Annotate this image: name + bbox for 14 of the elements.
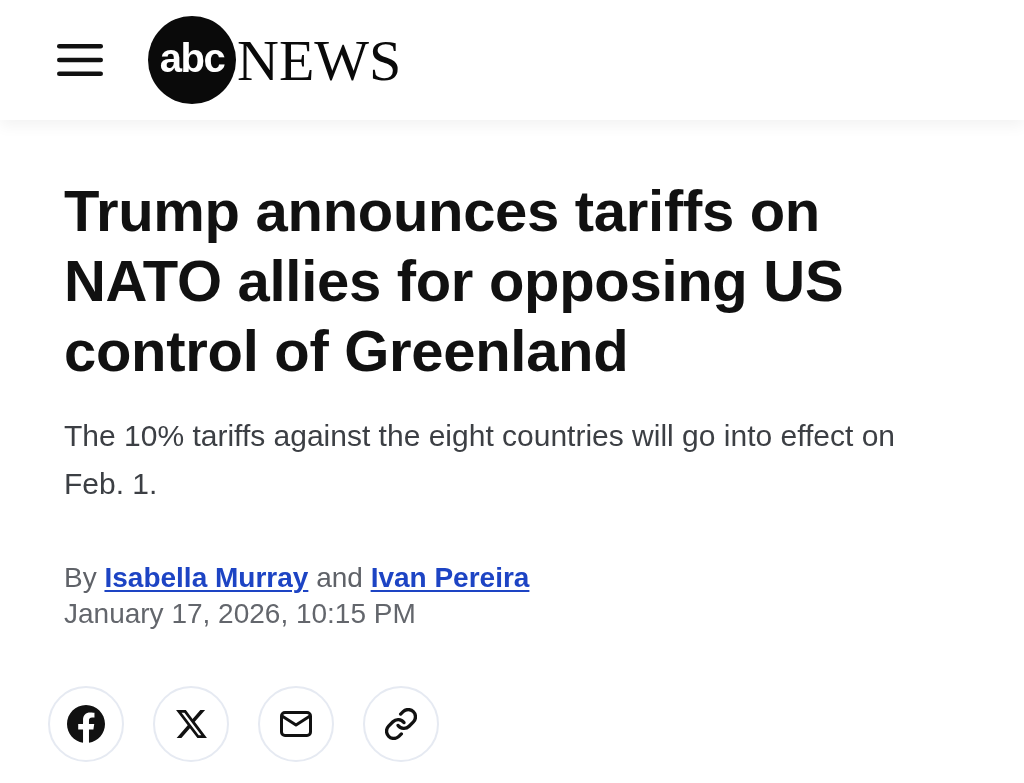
headline: Trump announces tariffs on NATO allies for opposing US control of Greenland	[64, 177, 845, 385]
subheadline: The 10% tariffs against the eight countries will go into effect on Feb. 1.	[64, 418, 897, 502]
publish-date: January 17, 2026, 10:15 PM	[64, 597, 417, 631]
logo-mark: abc	[148, 16, 236, 104]
logo-wordmark: NEWS	[237, 32, 402, 90]
x-logo-icon	[175, 710, 207, 738]
menu-icon	[57, 43, 103, 76]
link-icon	[385, 708, 417, 740]
facebook-icon	[67, 705, 105, 743]
envelope-icon	[280, 711, 312, 737]
byline: By Isabella Murray and Ivan Pereira	[64, 561, 531, 595]
menu-button[interactable]	[57, 43, 103, 76]
author-link[interactable]: Ivan Pereira	[370, 562, 530, 593]
author-link[interactable]: Isabella Murray	[104, 562, 309, 593]
